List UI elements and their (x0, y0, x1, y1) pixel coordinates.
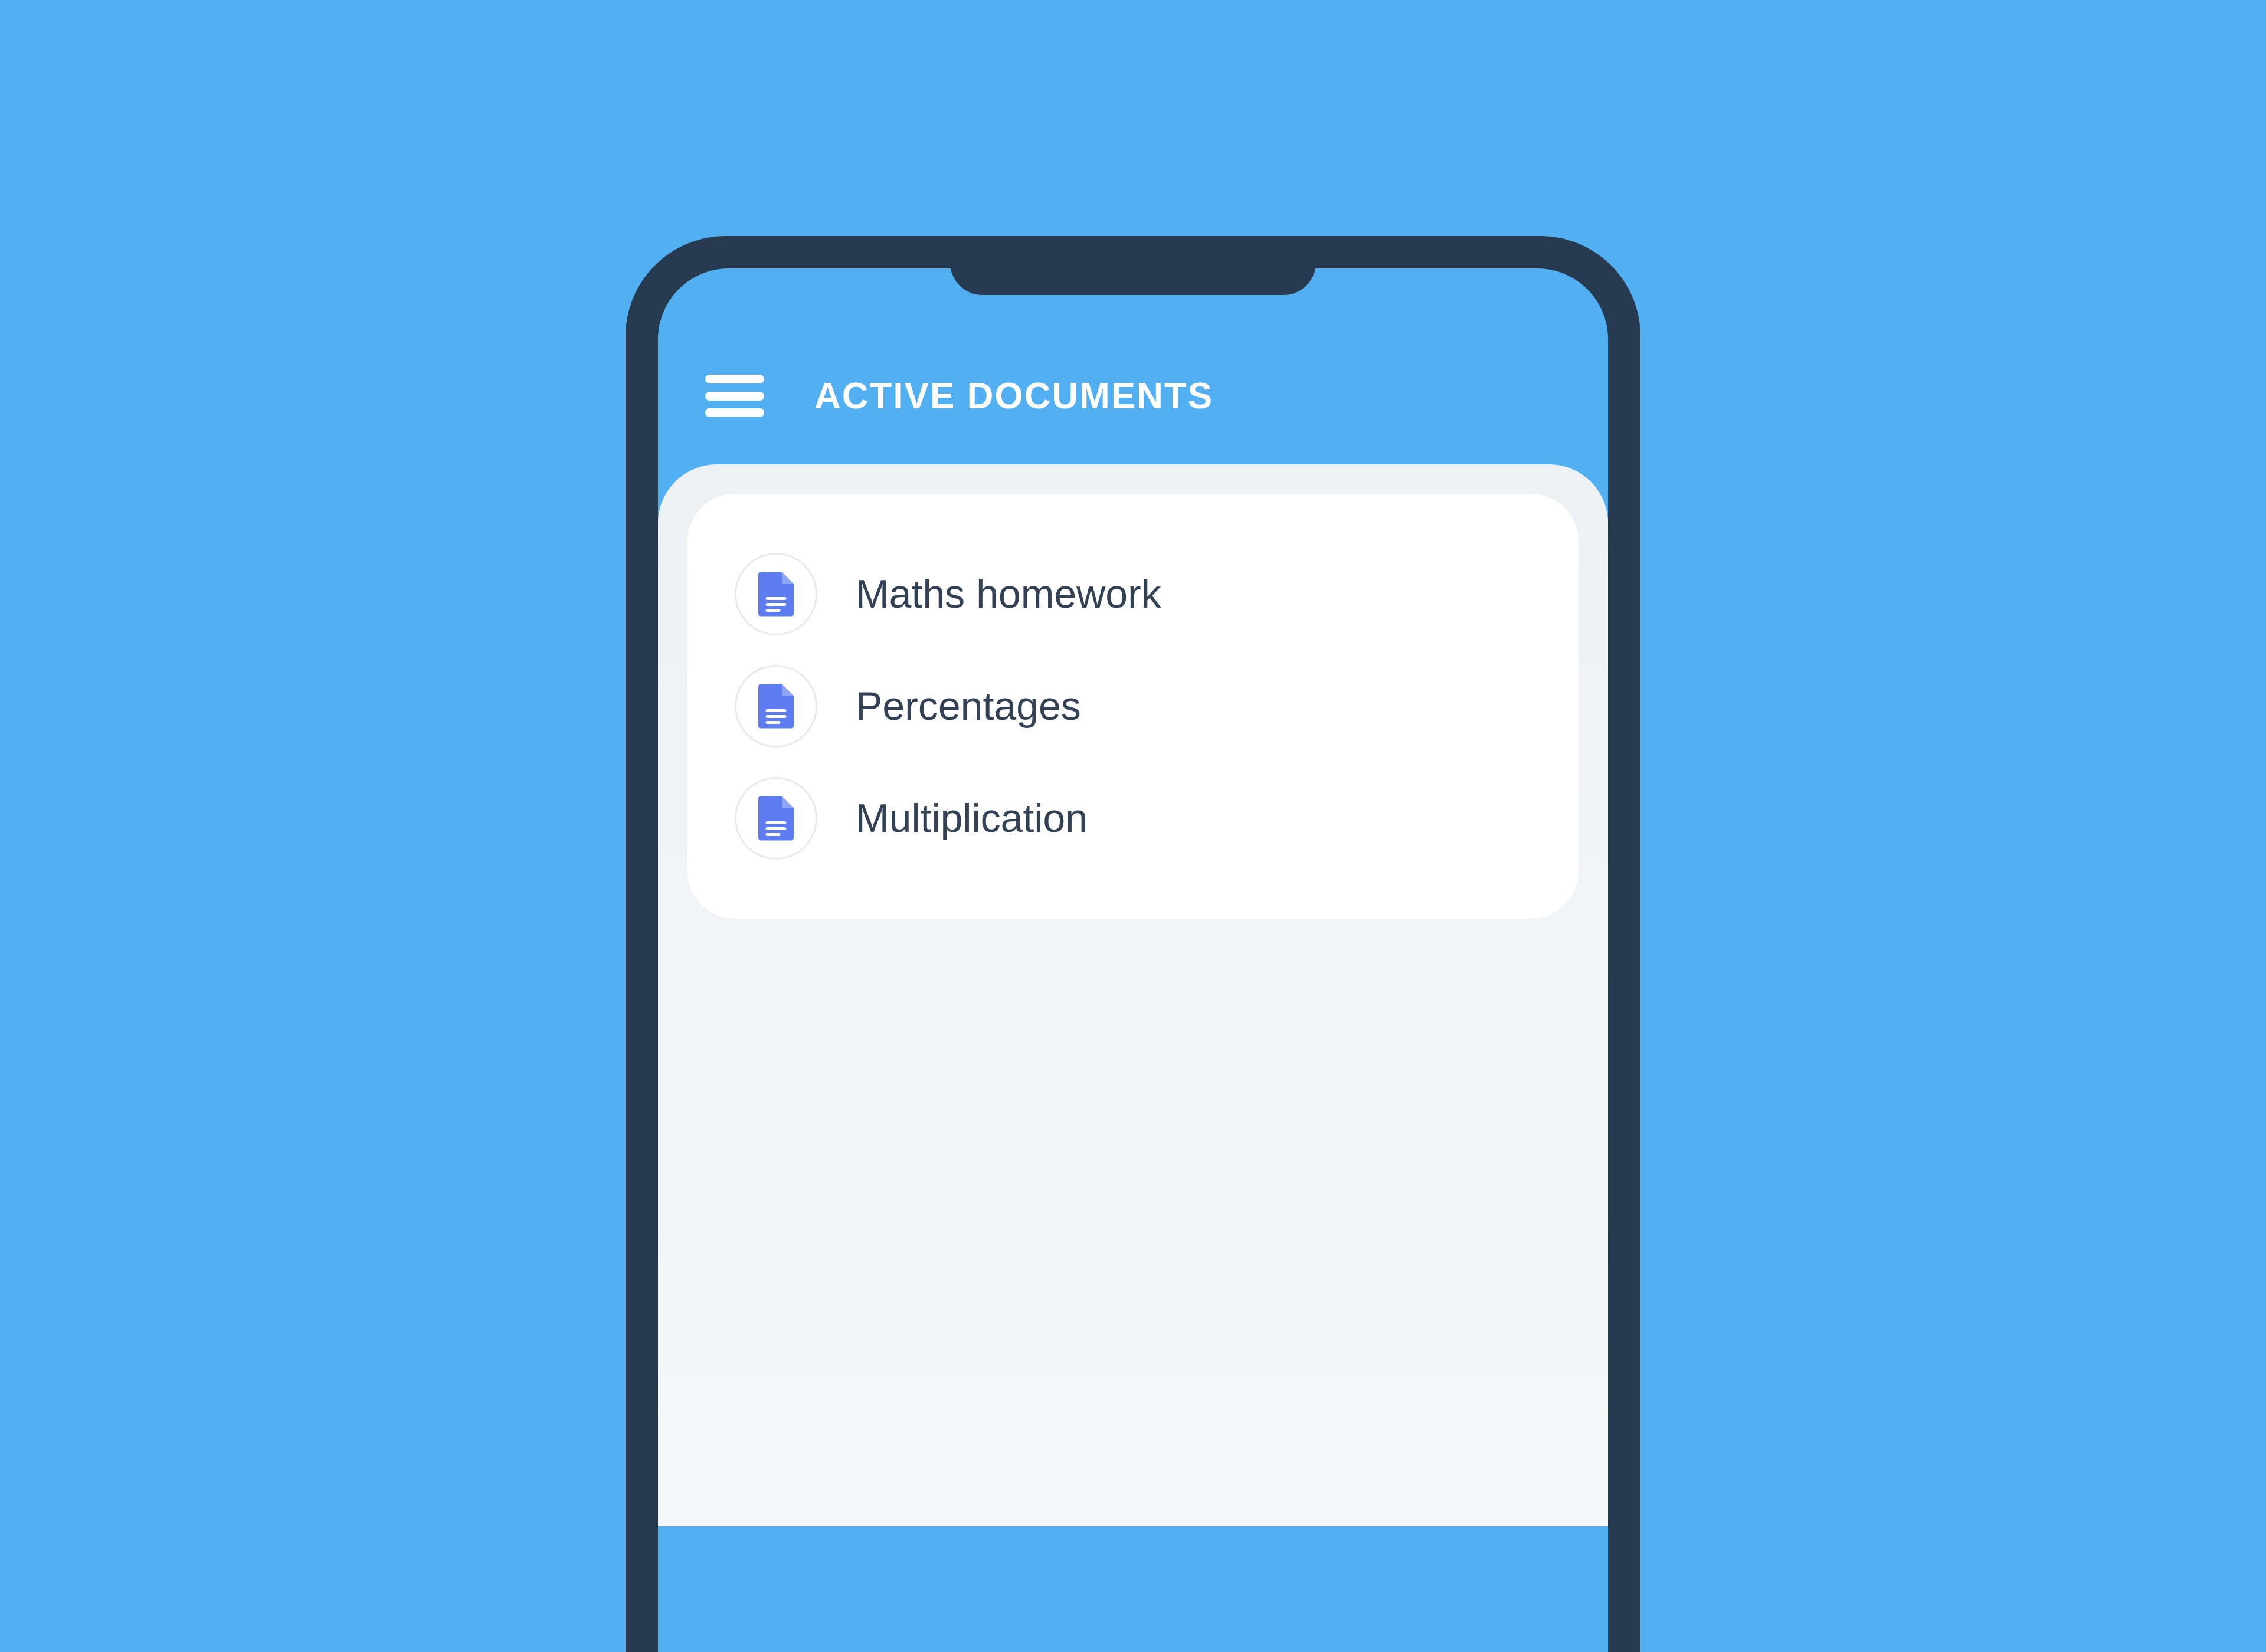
document-item[interactable]: Maths homework (735, 553, 1531, 635)
document-label: Percentages (856, 683, 1081, 729)
document-label: Maths homework (856, 571, 1161, 617)
documents-card: Maths homework Percentages (687, 494, 1579, 919)
app-header: ACTIVE DOCUMENTS (658, 268, 1608, 464)
document-item[interactable]: Percentages (735, 665, 1531, 748)
page-title: ACTIVE DOCUMENTS (814, 375, 1213, 417)
phone-notch (950, 236, 1316, 295)
phone-frame: ACTIVE DOCUMENTS Maths homework (626, 236, 1640, 1652)
phone-screen: ACTIVE DOCUMENTS Maths homework (658, 268, 1608, 1652)
document-icon (735, 777, 817, 860)
content-area: Maths homework Percentages (658, 464, 1608, 1526)
document-icon (735, 665, 817, 748)
document-icon (735, 553, 817, 635)
document-label: Multiplication (856, 795, 1088, 841)
document-item[interactable]: Multiplication (735, 777, 1531, 860)
hamburger-menu-icon[interactable] (705, 375, 764, 417)
